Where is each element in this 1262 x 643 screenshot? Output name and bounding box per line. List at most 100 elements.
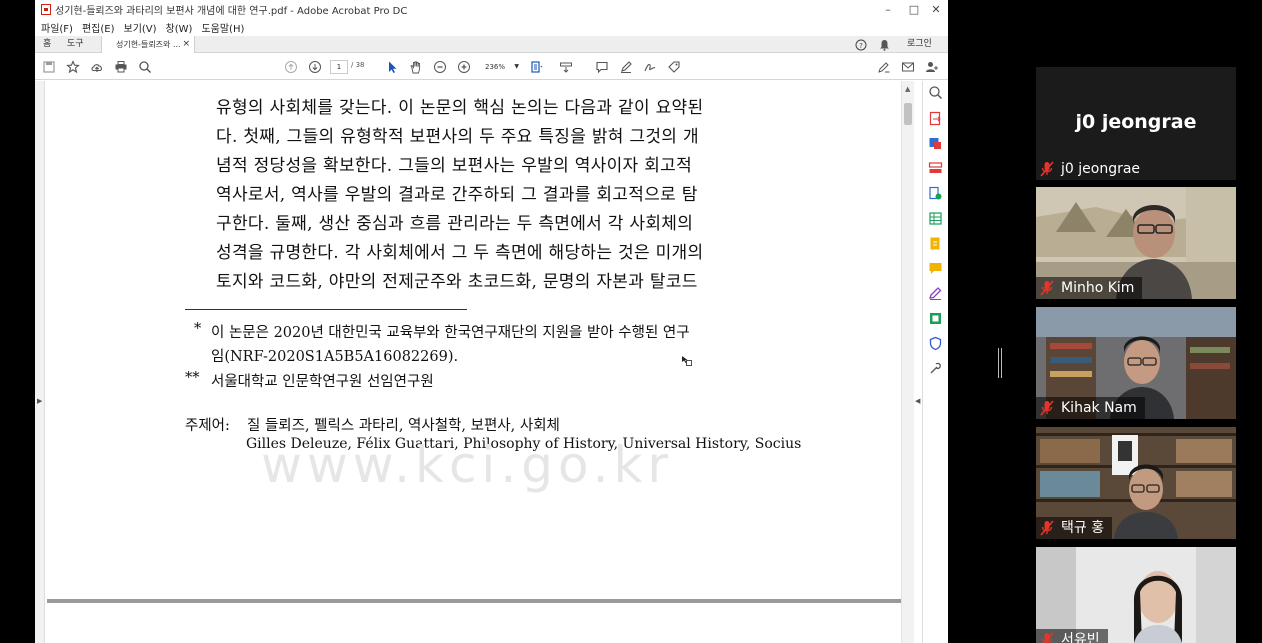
stamp-tag-icon[interactable]	[666, 59, 682, 75]
page-number-input[interactable]: 1	[330, 60, 348, 74]
watermark: www.kci.go.kr	[261, 436, 674, 494]
export-pdf-icon[interactable]	[928, 111, 943, 126]
menu-help[interactable]: 도움말(H)	[201, 20, 244, 35]
more-tools-icon[interactable]	[928, 361, 943, 376]
footnote-2-marker: **	[185, 370, 200, 386]
zoom-level-select[interactable]: 236% ▼	[479, 60, 521, 74]
mic-muted-icon	[1040, 632, 1054, 643]
tab-document-label: 성기현-들뢰즈와 ...	[116, 40, 181, 49]
participant-name-tag: Minho Kim	[1036, 277, 1143, 299]
search-icon[interactable]	[137, 59, 153, 75]
footnote-2-text: 서울대학교 인문학연구원 선임연구원	[211, 374, 434, 390]
body-text-line: 다. 첫째, 그들의 유형학적 보편사의 두 주요 특징을 밝혀 그것의 개	[216, 127, 699, 147]
body-text-line: 유형의 사회체를 갖는다. 이 논문의 핵심 논의는 다음과 같이 요약된	[216, 98, 704, 118]
hand-tool-icon[interactable]	[408, 59, 424, 75]
toolbar: 1 / 38 236% ▼	[35, 54, 948, 80]
expand-left-panel-icon[interactable]: ▶	[37, 397, 42, 405]
panel-resize-handle[interactable]	[998, 348, 1002, 378]
title-bar: 성기현-들뢰즈와 과타리의 보편사 개념에 대한 연구.pdf - Adobe …	[35, 0, 948, 19]
sign-icon[interactable]	[642, 59, 658, 75]
keywords-label: 주제어:	[185, 418, 230, 434]
mouse-cursor-icon	[682, 356, 692, 366]
chevron-down-icon: ▼	[514, 63, 519, 70]
participant-name: Minho Kim	[1061, 280, 1135, 296]
cloud-upload-icon[interactable]	[89, 59, 105, 75]
page-display-icon[interactable]	[529, 59, 545, 75]
body-text-line: 성격을 규명한다. 각 사회체에서 그 두 측면에 해당하는 것은 미개의	[216, 243, 704, 263]
scroll-mode-icon[interactable]	[558, 59, 574, 75]
bookmark-star-icon[interactable]	[65, 59, 81, 75]
combine-files-icon[interactable]	[928, 186, 943, 201]
email-icon[interactable]	[900, 59, 916, 75]
participant-name-tag: j0 jeongrae	[1036, 158, 1148, 180]
notification-bell-icon[interactable]	[879, 36, 890, 53]
tab-close-icon[interactable]: ×	[182, 36, 190, 53]
zoom-in-icon[interactable]	[456, 59, 472, 75]
next-page-area	[47, 603, 904, 643]
edit-pdf-icon[interactable]	[928, 236, 943, 251]
mic-muted-icon	[1040, 161, 1054, 177]
body-text-line: 구한다. 둘째, 생산 중심과 흐름 관리라는 두 측면에서 각 사회체의	[216, 214, 694, 234]
body-text-line: 념적 정당성을 확보한다. 그들의 보편사는 우발의 역사이자 회고적	[216, 156, 693, 176]
footnote-1-marker: *	[194, 321, 202, 337]
svg-text:?: ?	[859, 42, 863, 50]
window-title: 성기현-들뢰즈와 과타리의 보편사 개념에 대한 연구.pdf - Adobe …	[55, 6, 408, 17]
print-icon[interactable]	[113, 59, 129, 75]
create-pdf-icon[interactable]	[928, 136, 943, 151]
comment-tool-icon[interactable]	[928, 261, 943, 276]
participant-tile-video[interactable]: Minho Kim	[1036, 187, 1236, 299]
body-text-line: 역사로서, 역사를 우발의 결과로 간주하되 그 결과를 회고적으로 탐	[216, 185, 698, 205]
pdf-page: 유형의 사회체를 갖는다. 이 논문의 핵심 논의는 다음과 같이 요약된 다.…	[47, 81, 904, 601]
mic-muted-icon	[1040, 400, 1054, 416]
zoom-level-value: 236%	[485, 63, 506, 71]
participant-tile-host[interactable]: j0 jeongrae j0 jeongrae	[1036, 67, 1236, 180]
fill-sign-icon[interactable]	[876, 59, 892, 75]
comment-icon[interactable]	[594, 59, 610, 75]
fill-and-sign-icon[interactable]	[928, 286, 943, 301]
tab-bar: 홈 도구 성기현-들뢰즈와 ... × ? 로그인	[35, 36, 948, 53]
highlight-pen-icon[interactable]	[618, 59, 634, 75]
acrobat-window: 성기현-들뢰즈와 과타리의 보편사 개념에 대한 연구.pdf - Adobe …	[35, 0, 948, 643]
menu-window[interactable]: 창(W)	[166, 20, 193, 35]
protect-shield-icon[interactable]	[928, 336, 943, 351]
right-panel-toggle[interactable]: ◀	[914, 81, 922, 643]
tools-pane	[922, 81, 948, 643]
login-link[interactable]: 로그인	[907, 36, 932, 53]
participant-tile-video[interactable]: 택규 홍	[1036, 427, 1236, 539]
participant-name-tag: Kihak Nam	[1036, 397, 1145, 419]
tab-tools[interactable]: 도구	[67, 36, 84, 53]
tab-home[interactable]: 홈	[43, 36, 51, 53]
select-cursor-icon[interactable]	[384, 59, 400, 75]
minimize-button[interactable]: –	[875, 0, 901, 19]
save-icon[interactable]	[41, 59, 57, 75]
organize-pages-icon[interactable]	[928, 161, 943, 176]
participant-name: 택규 홍	[1061, 520, 1105, 536]
scan-ocr-icon[interactable]	[928, 311, 943, 326]
share-user-icon[interactable]	[924, 59, 940, 75]
menu-file[interactable]: 파일(F)	[41, 20, 73, 35]
participant-tile-video[interactable]: 서유빈	[1036, 547, 1236, 643]
export-spreadsheet-icon[interactable]	[928, 211, 943, 226]
next-page-icon[interactable]	[307, 59, 323, 75]
previous-page-icon[interactable]	[283, 59, 299, 75]
collapse-right-panel-icon[interactable]: ◀	[915, 397, 920, 405]
help-icon[interactable]: ?	[855, 36, 867, 53]
close-window-button[interactable]: ✕	[923, 0, 948, 19]
scrollbar-thumb[interactable]	[904, 103, 912, 125]
participant-name-tag: 서유빈	[1036, 629, 1108, 643]
menu-view[interactable]: 보기(V)	[124, 20, 157, 35]
mic-muted-icon	[1040, 280, 1054, 296]
participant-tile-video[interactable]: Kihak Nam	[1036, 307, 1236, 419]
menu-edit[interactable]: 편집(E)	[82, 20, 115, 35]
zoom-search-icon[interactable]	[928, 85, 943, 100]
participant-name: Kihak Nam	[1061, 400, 1137, 416]
left-panel-toggle[interactable]: ▶	[35, 81, 45, 643]
keywords-korean: 질 들뢰즈, 펠릭스 과타리, 역사철학, 보편사, 사회체	[247, 418, 560, 434]
tab-document[interactable]: 성기현-들뢰즈와 ... ×	[101, 36, 195, 53]
zoom-out-icon[interactable]	[432, 59, 448, 75]
vertical-scrollbar[interactable]: ▲	[901, 81, 914, 643]
participant-name-tag: 택규 홍	[1036, 517, 1113, 539]
scroll-up-icon[interactable]: ▲	[905, 85, 910, 93]
participant-name: j0 jeongrae	[1061, 161, 1141, 177]
acrobat-app-icon	[41, 4, 51, 15]
